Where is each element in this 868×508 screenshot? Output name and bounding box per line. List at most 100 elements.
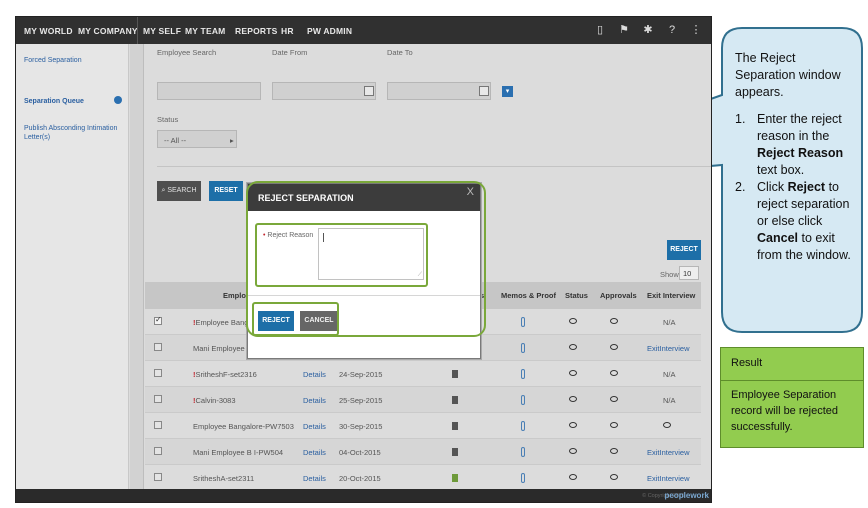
step-text: Enter the reject reason in the — [757, 112, 842, 143]
col-exit-interview: Exit Interview — [647, 291, 696, 300]
exit-interview-cell[interactable]: ExitInterview — [647, 344, 690, 353]
employee-name: Employee Bangalore-PW7503 — [193, 422, 294, 431]
sidebar: Forced Separation Separation Queue Publi… — [16, 44, 129, 489]
nav-separator — [137, 17, 138, 44]
details-link[interactable]: Details — [303, 422, 326, 431]
view-approvals-icon[interactable] — [610, 474, 618, 480]
employee-name: Mani Employee B I-PW504 — [193, 448, 283, 457]
date-from-calendar-icon[interactable] — [364, 86, 374, 96]
document-icon[interactable] — [452, 396, 458, 404]
nav-my-world[interactable]: MY WORLD — [24, 26, 73, 36]
nav-reports[interactable]: REPORTS — [235, 26, 278, 36]
view-status-icon[interactable] — [569, 318, 577, 324]
reason-field-highlight — [255, 223, 428, 287]
separation-date: 30-Sep-2015 — [339, 422, 383, 431]
view-approvals-icon[interactable] — [610, 422, 618, 428]
sidebar-item-separation-queue[interactable]: Separation Queue — [24, 97, 84, 106]
view-approvals-icon[interactable] — [610, 396, 618, 402]
view-approvals-icon[interactable] — [610, 318, 618, 324]
book-icon[interactable]: ▯ — [593, 23, 607, 37]
flag-icon[interactable]: ⚑ — [617, 23, 631, 37]
search-button[interactable]: ⌕ SEARCH — [157, 181, 201, 201]
date-from-input[interactable] — [272, 82, 376, 100]
nav-my-self[interactable]: MY SELF — [143, 26, 181, 36]
document-icon[interactable] — [452, 422, 458, 430]
reset-button[interactable]: RESET — [209, 181, 243, 201]
row-checkbox[interactable] — [154, 369, 162, 377]
top-navigation: MY WORLD MY COMPANY MY SELF MY TEAM REPO… — [16, 17, 711, 44]
share-icon[interactable]: ⋮ — [689, 23, 703, 37]
employee-name-text: Calvin-3083 — [195, 396, 236, 405]
view-status-icon[interactable] — [569, 448, 577, 454]
view-approvals-icon[interactable] — [610, 344, 618, 350]
col-approvals: Approvals — [600, 291, 637, 300]
document-icon[interactable] — [452, 448, 458, 456]
document-icon[interactable] — [452, 474, 458, 482]
row-checkbox[interactable] — [154, 395, 162, 403]
details-link[interactable]: Details — [303, 396, 326, 405]
row-checkbox[interactable] — [154, 447, 162, 455]
table-row[interactable]: Mani Employee B I-PW504 Details 04-Oct-201… — [145, 439, 701, 465]
view-approvals-icon[interactable] — [610, 448, 618, 454]
view-status-icon[interactable] — [569, 422, 577, 428]
employee-name: Mani Employee A — [193, 344, 251, 353]
attachment-icon[interactable] — [521, 343, 525, 353]
status-select[interactable]: -- All -- ▸ — [157, 130, 237, 148]
filter-icon[interactable]: ▾ — [502, 86, 513, 97]
sidebar-item-forced-separation[interactable]: Forced Separation — [24, 56, 82, 65]
row-checkbox[interactable] — [154, 421, 162, 429]
status-select-value: -- All -- — [164, 136, 187, 145]
details-link[interactable]: Details — [303, 448, 326, 457]
search-icon: ⌕ — [161, 187, 166, 194]
employee-name-text: SritheshF-set2316 — [195, 370, 257, 379]
exit-interview-cell[interactable]: ExitInterview — [647, 448, 690, 457]
view-status-icon[interactable] — [569, 344, 577, 350]
tools-icon[interactable]: ✱ — [641, 23, 655, 37]
step-bold: Reject Reason — [757, 146, 844, 160]
details-link[interactable]: Details — [303, 474, 326, 483]
view-approvals-icon[interactable] — [610, 370, 618, 376]
attachment-icon[interactable] — [521, 395, 525, 405]
date-to-input[interactable] — [387, 82, 491, 100]
attachment-icon[interactable] — [521, 369, 525, 379]
result-body: Employee Separation record will be rejec… — [731, 389, 838, 433]
attachment-icon[interactable] — [521, 447, 525, 457]
row-checkbox[interactable] — [154, 315, 162, 325]
attachment-icon[interactable] — [521, 421, 525, 431]
table-row[interactable]: !SritheshF-set2316 Details 24-Sep-2015 N/A — [145, 361, 701, 387]
table-row[interactable]: Employee Bangalore-PW7503 Details 30-Sep-2… — [145, 413, 701, 439]
buttons-highlight — [252, 302, 339, 336]
view-status-icon[interactable] — [569, 396, 577, 402]
separation-date: 20-Oct-2015 — [339, 474, 381, 483]
employee-name-text: Employee Bang — [195, 318, 249, 327]
view-status-icon[interactable] — [569, 474, 577, 480]
table-row[interactable]: SritheshA-set2311 Details 20-Oct-2015 ExitI… — [145, 465, 701, 491]
table-row[interactable]: !Calvin-3083 Details 25-Sep-2015 N/A — [145, 387, 701, 413]
employee-search-input[interactable] — [157, 82, 261, 100]
date-from-label: Date From — [272, 48, 308, 57]
divider — [157, 166, 711, 167]
exit-interview-cell: N/A — [663, 318, 676, 327]
details-link[interactable]: Details — [303, 370, 326, 379]
date-to-calendar-icon[interactable] — [479, 86, 489, 96]
sidebar-item-publish-absconding[interactable]: Publish Absconding Intimation Letter(s) — [24, 124, 120, 142]
reject-button[interactable]: REJECT — [667, 240, 701, 260]
row-checkbox[interactable] — [154, 343, 162, 351]
document-icon[interactable] — [452, 370, 458, 378]
nav-hr[interactable]: HR — [281, 26, 294, 36]
row-checkbox[interactable] — [154, 473, 162, 481]
nav-pw-admin[interactable]: PW ADMIN — [307, 26, 352, 36]
attachment-icon[interactable] — [521, 317, 525, 327]
exit-interview-cell[interactable]: ExitInterview — [647, 474, 690, 483]
nav-my-company[interactable]: MY COMPANY — [78, 26, 138, 36]
callout-text: The Reject Separation window appears. 1.… — [735, 50, 857, 264]
view-status-icon[interactable] — [569, 370, 577, 376]
callout-step-1: 1. Enter the reject reason in the Reject… — [735, 111, 857, 179]
help-icon[interactable]: ? — [665, 23, 679, 37]
view-exit-interview-icon[interactable] — [663, 422, 671, 428]
page-size-select[interactable]: 10 — [679, 266, 699, 280]
nav-my-team[interactable]: MY TEAM — [185, 26, 225, 36]
search-button-label: SEARCH — [167, 187, 197, 194]
attachment-icon[interactable] — [521, 473, 525, 483]
employee-name: SritheshA-set2311 — [193, 474, 254, 483]
